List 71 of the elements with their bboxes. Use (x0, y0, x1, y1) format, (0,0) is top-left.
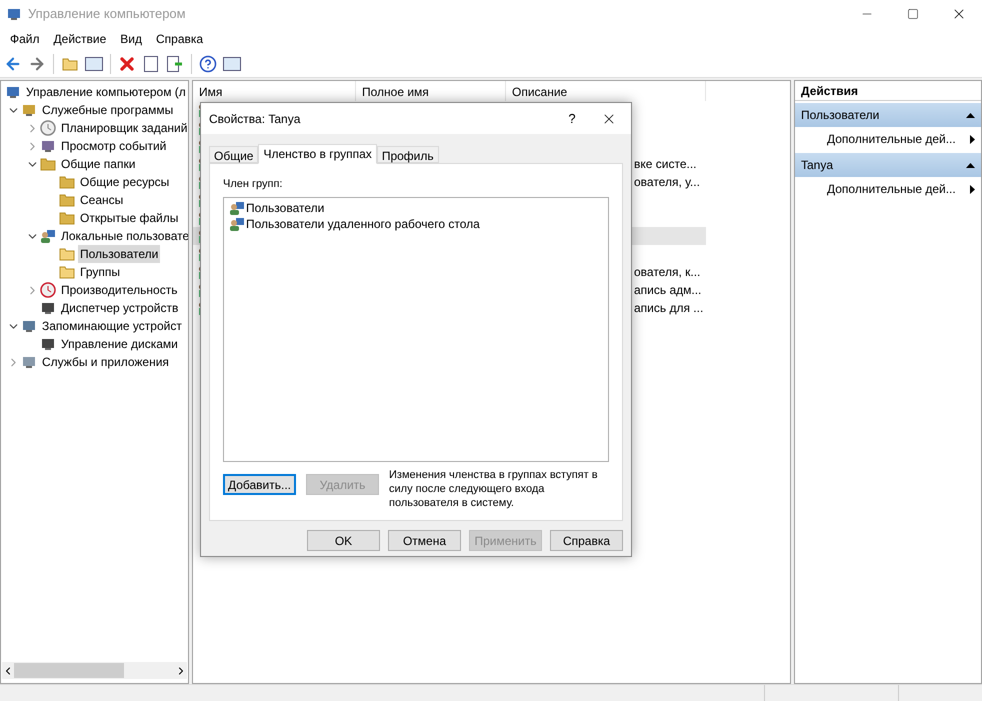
tree-item[interactable]: Сеансы (78, 191, 126, 209)
tree-item[interactable]: Открытые файлы (78, 209, 180, 227)
tree-item[interactable]: Служебные программы (40, 101, 176, 119)
folder-icon (59, 211, 75, 225)
window-title: Управление компьютером (28, 5, 186, 24)
tree-item[interactable]: Управление компьютером (л (24, 83, 188, 101)
folder-icon (59, 247, 75, 261)
add-button[interactable]: Добавить... (223, 474, 296, 495)
column-header[interactable]: Описание (506, 81, 706, 101)
tree-item[interactable]: Группы (78, 263, 122, 281)
list-label: Член групп: (223, 177, 284, 192)
users-icon (229, 216, 245, 232)
menu-item[interactable]: Файл (10, 30, 40, 48)
users-icon (40, 228, 56, 244)
tree-item[interactable]: Общие ресурсы (78, 173, 172, 191)
collapse-triangle-icon (966, 162, 975, 168)
menu-item[interactable]: Вид (120, 30, 142, 48)
folder-icon (59, 193, 75, 207)
clock-icon (40, 282, 56, 298)
tab[interactable]: Общие (209, 146, 258, 163)
users-icon (229, 200, 245, 216)
group-item[interactable]: Пользователи удаленного рабочего стола (246, 214, 480, 232)
tree-item[interactable]: Просмотр событий (59, 137, 168, 155)
tree-item[interactable]: Пользователи (78, 245, 160, 263)
actions-section-header[interactable]: Пользователи (795, 103, 981, 127)
table-cell-text: ователя, у... (634, 174, 700, 191)
clock-icon (40, 120, 56, 136)
tree-item[interactable]: Производительность (59, 281, 180, 299)
menu-item[interactable]: Справка (156, 30, 204, 48)
device-icon (21, 318, 37, 334)
tab[interactable]: Профиль (376, 146, 439, 163)
table-cell-text: апись адм... (634, 282, 702, 299)
device-icon (40, 300, 56, 316)
help-button[interactable]: ? (557, 108, 587, 128)
tree-item[interactable]: Управление дисками (59, 335, 180, 353)
scrollbar[interactable] (2, 662, 187, 679)
table-cell-text: вке систе... (634, 156, 697, 173)
table-cell-text: апись для ... (634, 300, 704, 317)
collapse-triangle-icon (966, 112, 975, 118)
submenu-triangle-icon (970, 184, 975, 194)
actions-section-header[interactable]: Tanya (795, 153, 981, 177)
device-icon (40, 336, 56, 352)
group-item[interactable]: Пользователи (246, 198, 324, 216)
dialog-button[interactable]: Отмена (388, 530, 461, 551)
tree-item[interactable]: Общие папки (59, 155, 138, 173)
submenu-triangle-icon (970, 134, 975, 144)
action-item[interactable]: Дополнительные дей... (795, 127, 981, 151)
device-icon (21, 354, 37, 370)
device-icon (6, 6, 22, 22)
action-item[interactable]: Дополнительные дей... (795, 177, 981, 201)
folder-icon (59, 265, 75, 279)
actions-header: Действия (795, 81, 981, 101)
tree-item[interactable]: Планировщик заданий (59, 119, 188, 137)
group-list[interactable]: Пользователи Пользователи удаленного рабочего стола (223, 196, 609, 462)
device-icon (40, 138, 56, 154)
column-header[interactable]: Полное имя (356, 81, 506, 101)
tree-item[interactable]: Диспетчер устройств (59, 299, 180, 317)
dialog-button[interactable]: Справка (550, 530, 623, 551)
dialog-button[interactable]: OK (307, 530, 380, 551)
folder-icon (40, 157, 56, 171)
device-icon (5, 84, 21, 100)
maximize-icon[interactable] (907, 8, 919, 20)
tab[interactable]: Членство в группах (258, 144, 377, 164)
tree-item[interactable]: Запоминающие устройст (40, 317, 184, 335)
folder-icon (59, 175, 75, 189)
menu-item[interactable]: Действие (54, 30, 106, 48)
tree-item[interactable]: Службы и приложения (40, 353, 171, 371)
column-header[interactable]: Имя (193, 81, 356, 101)
note-text: Изменения членства в группах вступят в силу после следующего входа пользователя в систему. (389, 468, 599, 510)
table-cell-text: ователя, к... (634, 264, 700, 281)
dialog-title: Свойства: Tanya (209, 110, 302, 128)
